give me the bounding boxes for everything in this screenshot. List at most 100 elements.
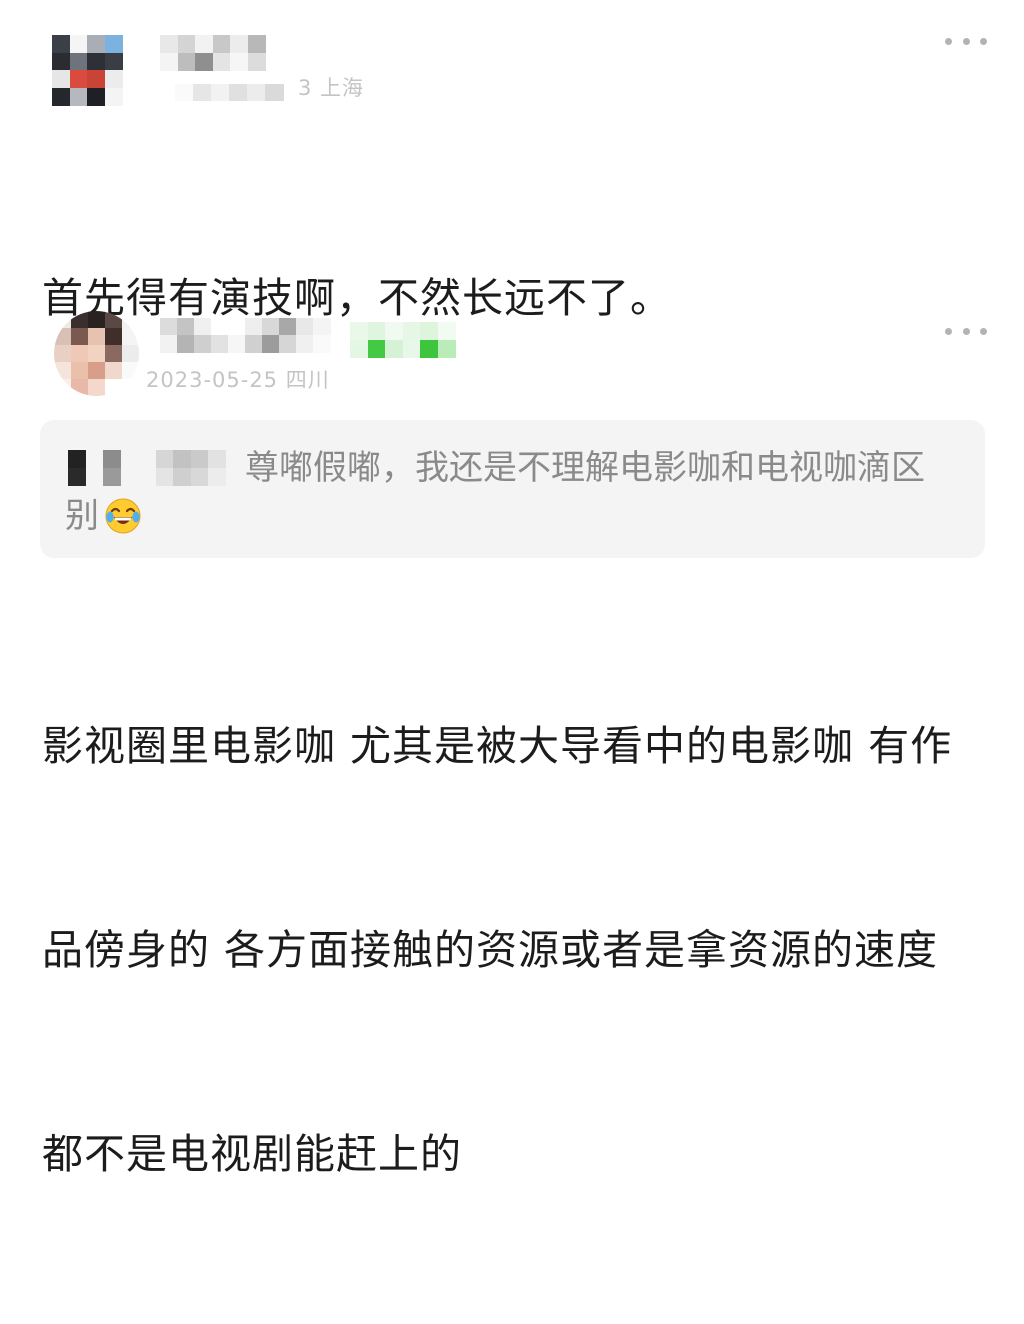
- blur-pixel: [230, 35, 248, 53]
- blur-pixel: [88, 379, 106, 396]
- dot: [980, 327, 987, 335]
- blur-pixel: [262, 335, 280, 353]
- blur-pixel: [296, 318, 314, 336]
- blur-pixel: [88, 362, 106, 380]
- blur-pixel: [177, 335, 195, 353]
- blur-pixel: [193, 84, 212, 101]
- blur-pixel: [87, 52, 105, 71]
- blur-pixel: [69, 87, 88, 106]
- blur-pixel: [247, 52, 266, 71]
- blur-pixel: [265, 84, 284, 101]
- blur-pixel: [160, 318, 178, 336]
- dot: [962, 37, 970, 45]
- blur-pixel: [229, 84, 248, 101]
- blur-pixel: [279, 318, 297, 336]
- blur-pixel: [88, 328, 106, 346]
- more-options-icon[interactable]: [945, 325, 987, 337]
- blur-pixel: [313, 335, 331, 353]
- blur-pixel: [52, 87, 70, 106]
- blur-pixel: [69, 35, 88, 53]
- comment-body-line: 都不是电视剧能赶上的: [42, 1130, 462, 1178]
- blur-pixel: [105, 379, 123, 396]
- dot: [945, 37, 952, 45]
- blur-pixel: [54, 311, 72, 329]
- avatar[interactable]: [52, 35, 123, 106]
- blur-pixel: [52, 35, 70, 53]
- blur-pixel: [71, 311, 89, 329]
- dot: [980, 37, 987, 45]
- blur-pixel: [104, 35, 123, 53]
- blur-pixel: [262, 318, 280, 336]
- more-options-icon[interactable]: [945, 35, 987, 47]
- blur-pixel: [88, 345, 106, 363]
- blur-pixel: [69, 70, 88, 88]
- blur-pixel: [177, 35, 196, 53]
- blur-pixel: [71, 328, 89, 346]
- blur-pixel: [87, 70, 105, 88]
- comment-1: 3 上海 首先得有演技啊，不然长远不了。 而且得戏路宽，一直扎根偶像剧长远不了。: [0, 0, 1024, 532]
- comment-meta: 3 上海: [298, 76, 365, 100]
- dot: [945, 327, 952, 335]
- blur-pixel: [212, 35, 231, 53]
- blur-pixel: [228, 318, 246, 336]
- blur-pixel: [122, 328, 139, 346]
- blur-pixel: [71, 379, 89, 396]
- blur-pixel: [247, 35, 266, 53]
- blur-pixel: [105, 328, 123, 346]
- blur-pixel: [105, 345, 123, 363]
- meta-blurred: [175, 84, 284, 101]
- blur-pixel: [52, 52, 70, 71]
- blur-pixel: [211, 318, 229, 336]
- dot: [962, 327, 970, 335]
- blur-pixel: [54, 362, 72, 380]
- blur-pixel: [175, 84, 194, 101]
- blur-pixel: [211, 335, 229, 353]
- blur-pixel: [211, 84, 230, 101]
- comment-body-line: 而且得戏路宽，一直扎根偶像剧长远不了。: [42, 484, 840, 532]
- blur-pixel: [69, 52, 88, 71]
- comment-body-line: 品傍身的 各方面接触的资源或者是拿资源的速度: [42, 926, 939, 974]
- blur-pixel: [160, 52, 178, 71]
- blur-pixel: [105, 362, 123, 380]
- blur-pixel: [195, 52, 213, 71]
- blur-pixel: [54, 345, 72, 363]
- blur-pixel: [160, 335, 178, 353]
- blur-pixel: [195, 35, 213, 53]
- blur-pixel: [296, 335, 314, 353]
- blur-pixel: [279, 335, 297, 353]
- blur-pixel: [122, 345, 139, 363]
- blur-pixel: [54, 328, 72, 346]
- blur-pixel: [52, 70, 70, 88]
- blur-pixel: [194, 335, 212, 353]
- blur-pixel: [105, 311, 123, 329]
- comment-body-line: 影视圈里电影咖 尤其是被大导看中的电影咖 有作: [42, 722, 953, 770]
- blur-pixel: [88, 311, 106, 329]
- blur-pixel: [104, 70, 123, 88]
- blur-pixel: [87, 87, 105, 106]
- blur-pixel: [228, 335, 246, 353]
- blur-pixel: [71, 362, 89, 380]
- blur-pixel: [122, 311, 139, 329]
- username-blurred[interactable]: [160, 35, 266, 71]
- blur-pixel: [247, 84, 266, 101]
- username-blurred[interactable]: [160, 318, 331, 353]
- blur-pixel: [122, 362, 139, 380]
- blur-pixel: [122, 379, 139, 396]
- blur-pixel: [245, 318, 263, 336]
- comment-body: 首先得有演技啊，不然长远不了。 而且得戏路宽，一直扎根偶像剧长远不了。: [42, 123, 840, 683]
- blur-pixel: [212, 52, 231, 71]
- blur-pixel: [194, 318, 212, 336]
- blur-pixel: [177, 52, 196, 71]
- blur-pixel: [54, 379, 72, 396]
- blur-pixel: [177, 318, 195, 336]
- blur-pixel: [87, 35, 105, 53]
- blur-pixel: [71, 345, 89, 363]
- avatar[interactable]: [54, 311, 139, 396]
- blur-pixel: [230, 52, 248, 71]
- blur-pixel: [160, 35, 178, 53]
- blur-pixel: [104, 87, 123, 106]
- blur-pixel: [104, 52, 123, 71]
- blur-pixel: [245, 335, 263, 353]
- blur-pixel: [313, 318, 331, 336]
- comment-body: 影视圈里电影咖 尤其是被大导看中的电影咖 有作 品傍身的 各方面接触的资源或者是…: [42, 576, 952, 1324]
